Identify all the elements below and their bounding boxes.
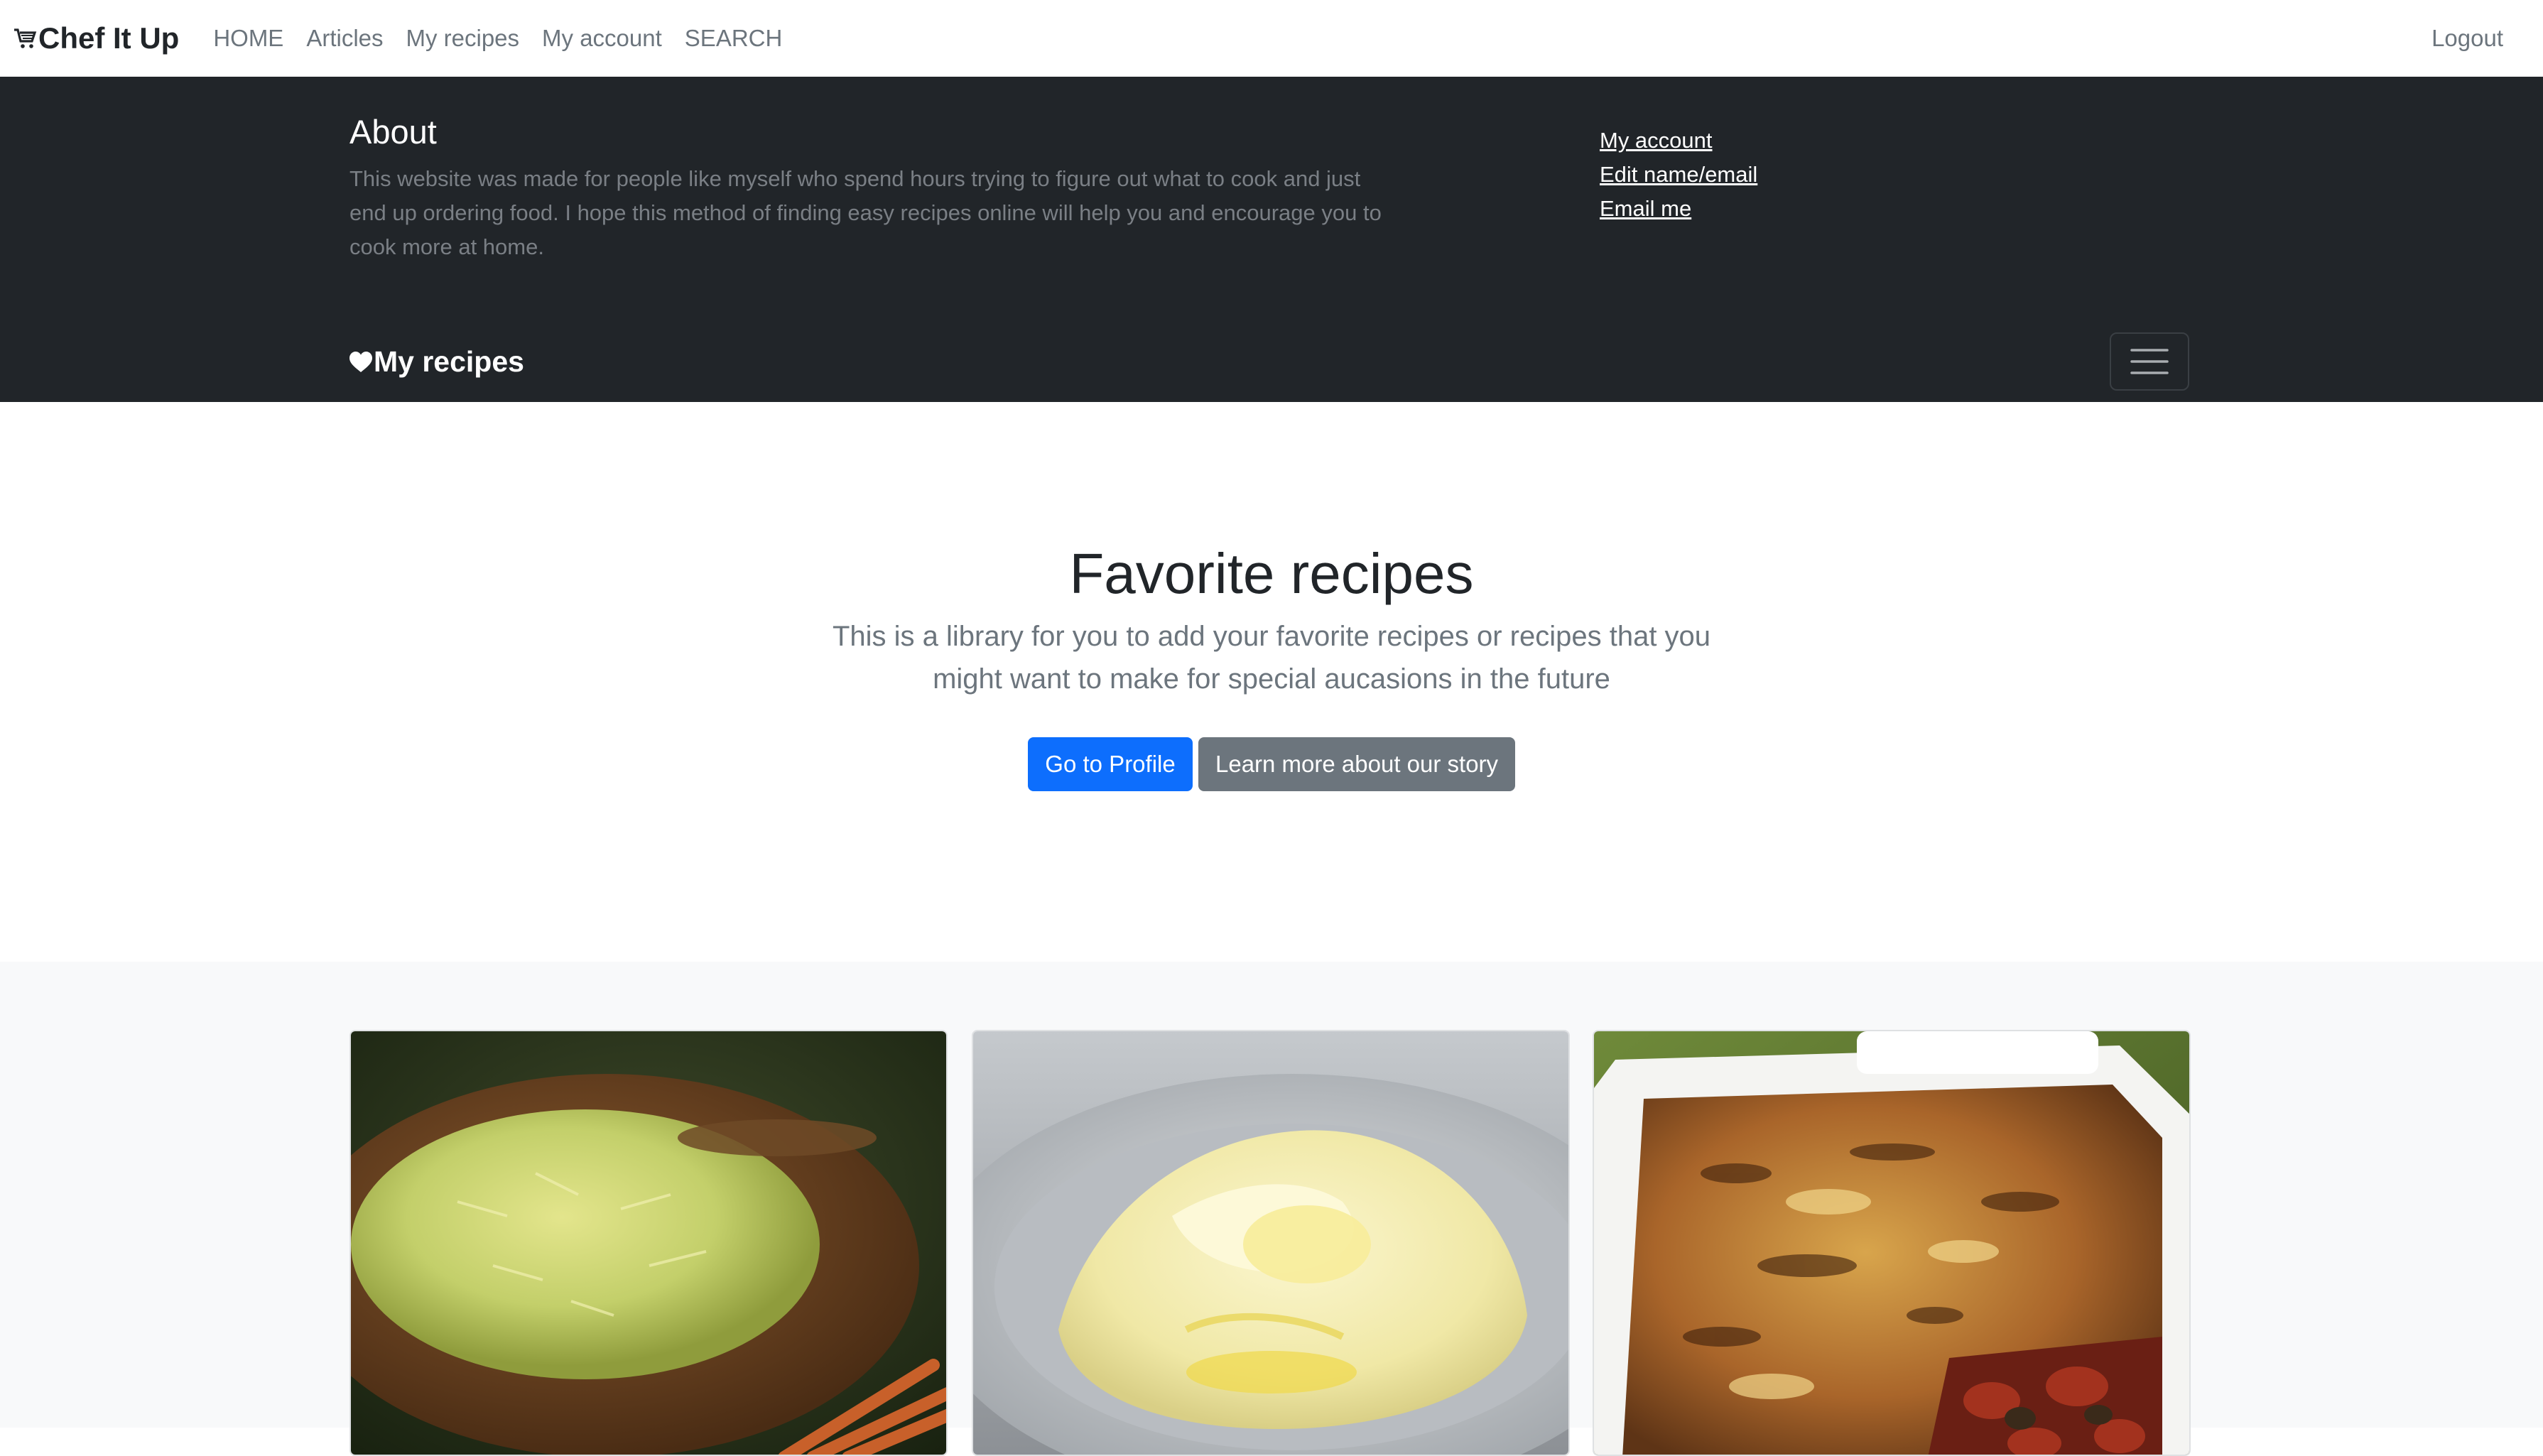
header-side-links: My account Edit name/email Email me: [1600, 124, 1757, 226]
recipe-card[interactable]: [349, 1030, 948, 1456]
nav-my-account[interactable]: My account: [542, 25, 662, 52]
nav-links: HOME Articles My recipes My account SEAR…: [213, 25, 805, 52]
nav-home[interactable]: HOME: [213, 25, 283, 52]
learn-more-button[interactable]: Learn more about our story: [1198, 737, 1515, 791]
hero-lead: This is a library for you to add your fa…: [832, 621, 1711, 695]
my-recipes-brand-label: My recipes: [374, 345, 524, 378]
lasagna-image: [1594, 1031, 2189, 1455]
logout-link[interactable]: Logout: [2431, 25, 2503, 52]
link-email-me[interactable]: Email me: [1600, 192, 1757, 226]
nav-search[interactable]: SEARCH: [685, 25, 783, 52]
heart-icon: [349, 351, 372, 372]
mashed-potatoes-image: [973, 1031, 1568, 1455]
recipe-card[interactable]: [1593, 1030, 2191, 1456]
about-title: About: [349, 113, 437, 151]
dark-header: About This website was made for people l…: [0, 77, 2543, 402]
top-navbar: Chef It Up HOME Articles My recipes My a…: [0, 0, 2543, 77]
brand-label: Chef It Up: [38, 21, 180, 55]
hero-section: Favorite recipes This is a library for y…: [0, 402, 2543, 962]
recipe-card[interactable]: [972, 1030, 1570, 1456]
my-recipes-brand[interactable]: My recipes: [349, 345, 524, 379]
hero-buttons: Go to Profile Learn more about our story: [0, 737, 2543, 791]
brand-link[interactable]: Chef It Up: [14, 21, 179, 55]
link-my-account[interactable]: My account: [1600, 124, 1757, 158]
recipe-album: [0, 962, 2543, 1456]
cabbage-salad-image: [351, 1031, 946, 1455]
hero-title: Favorite recipes: [1069, 542, 1474, 605]
cart-icon: [14, 28, 37, 48]
hamburger-icon: [2130, 349, 2169, 374]
navbar-toggler-button[interactable]: [2110, 332, 2189, 391]
about-text: This website was made for people like my…: [349, 166, 1382, 259]
go-to-profile-button[interactable]: Go to Profile: [1028, 737, 1193, 791]
nav-my-recipes[interactable]: My recipes: [406, 25, 520, 52]
nav-articles[interactable]: Articles: [306, 25, 383, 52]
link-edit-name-email[interactable]: Edit name/email: [1600, 158, 1757, 192]
